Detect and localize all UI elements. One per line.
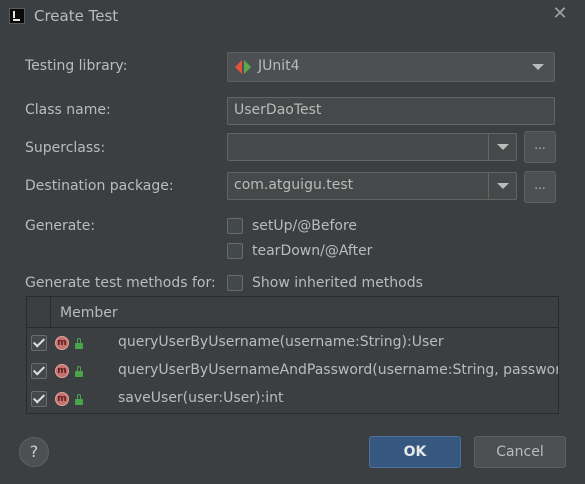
members-table[interactable]: Member m queryUserByUsername(username:St… xyxy=(26,296,559,414)
help-button[interactable]: ? xyxy=(19,437,49,467)
class-name-label: Class name: xyxy=(25,102,111,118)
method-icon: m xyxy=(55,364,69,378)
chevron-down-icon[interactable] xyxy=(488,133,516,161)
teardown-checkbox[interactable] xyxy=(227,243,243,259)
table-row[interactable]: m queryUserByUsernameAndPassword(usernam… xyxy=(27,357,558,385)
method-signature: queryUserByUsernameAndPassword(username:… xyxy=(118,362,558,378)
chevron-down-icon[interactable] xyxy=(488,172,516,200)
dialog-title: Create Test xyxy=(34,7,119,25)
destination-package-combo[interactable]: com.atguigu.test xyxy=(227,172,517,200)
method-signature: saveUser(user:User):int xyxy=(118,390,284,406)
table-row[interactable]: m queryUserByUsername(username:String):U… xyxy=(27,329,558,357)
superclass-label: Superclass: xyxy=(25,140,106,156)
show-inherited-label[interactable]: Show inherited methods xyxy=(252,275,423,291)
setup-label[interactable]: setUp/@Before xyxy=(252,218,357,234)
lock-icon xyxy=(75,366,83,377)
chevron-down-icon xyxy=(532,64,544,70)
superclass-browse-button[interactable]: ... xyxy=(524,131,556,163)
method-icon: m xyxy=(55,336,69,350)
row-checkbox[interactable] xyxy=(31,335,47,351)
close-icon[interactable]: ✕ xyxy=(551,5,569,23)
superclass-combo[interactable] xyxy=(227,133,517,161)
junit-icon xyxy=(235,60,251,74)
member-column-header[interactable]: Member xyxy=(60,305,118,321)
teardown-label[interactable]: tearDown/@After xyxy=(252,243,372,259)
row-checkbox[interactable] xyxy=(31,363,47,379)
ok-button[interactable]: OK xyxy=(369,436,461,468)
generate-methods-label: Generate test methods for: xyxy=(25,275,216,291)
class-name-input[interactable]: UserDaoTest xyxy=(227,97,555,125)
cancel-button[interactable]: Cancel xyxy=(474,436,566,468)
show-inherited-checkbox[interactable] xyxy=(227,275,243,291)
destination-package-value: com.atguigu.test xyxy=(234,177,354,193)
lock-icon xyxy=(75,394,83,405)
destination-browse-button[interactable]: ... xyxy=(524,171,556,203)
table-row[interactable]: m saveUser(user:User):int xyxy=(27,385,558,413)
testing-library-label: Testing library: xyxy=(25,58,128,74)
table-header: Member xyxy=(27,297,558,328)
testing-library-select[interactable]: JUnit4 xyxy=(227,52,555,82)
intellij-logo-icon xyxy=(9,8,25,24)
row-checkbox[interactable] xyxy=(31,391,47,407)
method-signature: queryUserByUsername(username:String):Use… xyxy=(118,334,444,350)
setup-checkbox[interactable] xyxy=(227,218,243,234)
testing-library-value: JUnit4 xyxy=(258,58,300,74)
generate-label: Generate: xyxy=(25,218,96,234)
title-bar: Create Test ✕ xyxy=(0,0,585,34)
destination-package-label: Destination package: xyxy=(25,178,174,194)
lock-icon xyxy=(75,338,83,349)
header-divider xyxy=(50,297,51,327)
method-icon: m xyxy=(55,392,69,406)
class-name-value: UserDaoTest xyxy=(234,102,322,118)
